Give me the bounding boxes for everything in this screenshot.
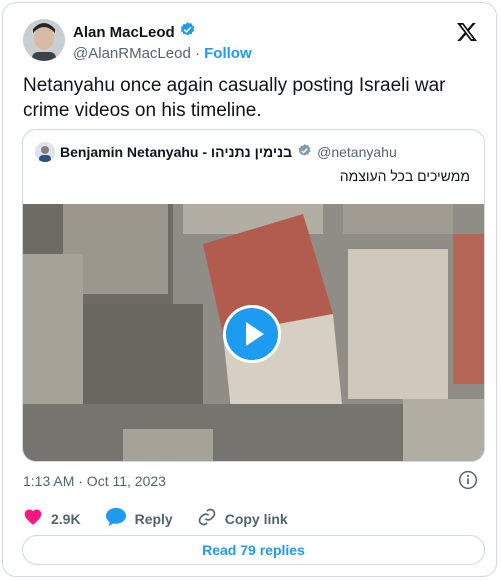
copy-link-button[interactable]: Copy link (197, 507, 288, 530)
author-handle[interactable]: @AlanRMacLeod (73, 45, 191, 62)
tweet-text: Netanyahu once again casually posting Is… (23, 75, 446, 121)
verified-badge-icon (297, 143, 312, 161)
quoted-tweet[interactable]: Benjamin Netanyahu - בנימין נתניהו @neta… (22, 129, 485, 462)
reply-button[interactable]: Reply (105, 507, 173, 530)
link-icon (197, 507, 217, 530)
tweet-card: Alan MacLeod @AlanRMacLeod · Follow Neta… (2, 2, 497, 577)
follow-button[interactable]: Follow (204, 45, 252, 62)
quoted-avatar (35, 142, 55, 162)
author-avatar[interactable] (23, 19, 65, 61)
reply-label: Reply (134, 510, 173, 527)
copy-link-label: Copy link (224, 510, 288, 527)
like-count: 2.9K (51, 510, 81, 527)
quoted-text: ממשיכים בכל העוצמה (339, 168, 470, 184)
quoted-handle: @netanyahu (317, 144, 397, 160)
verified-badge-icon (179, 21, 196, 43)
author-block: Alan MacLeod @AlanRMacLeod · Follow (73, 21, 252, 64)
x-logo-icon[interactable] (456, 21, 478, 43)
action-bar: 2.9K Reply Copy link (23, 507, 312, 530)
quoted-name: Benjamin Netanyahu - בנימין נתניהו (60, 144, 293, 160)
heart-icon (23, 507, 43, 530)
read-replies-button[interactable]: Read 79 replies (22, 535, 485, 565)
like-button[interactable]: 2.9K (23, 507, 81, 530)
quoted-header: Benjamin Netanyahu - בנימין נתניהו @neta… (35, 142, 397, 162)
play-icon (246, 322, 264, 346)
info-icon[interactable] (458, 470, 478, 490)
play-button[interactable] (223, 305, 281, 363)
reply-bubble-icon (105, 507, 127, 530)
author-name[interactable]: Alan MacLeod (73, 23, 175, 42)
video-thumbnail[interactable] (23, 204, 484, 461)
separator-dot: · (194, 45, 200, 62)
tweet-timestamp[interactable]: 1:13 AM · Oct 11, 2023 (23, 473, 166, 489)
